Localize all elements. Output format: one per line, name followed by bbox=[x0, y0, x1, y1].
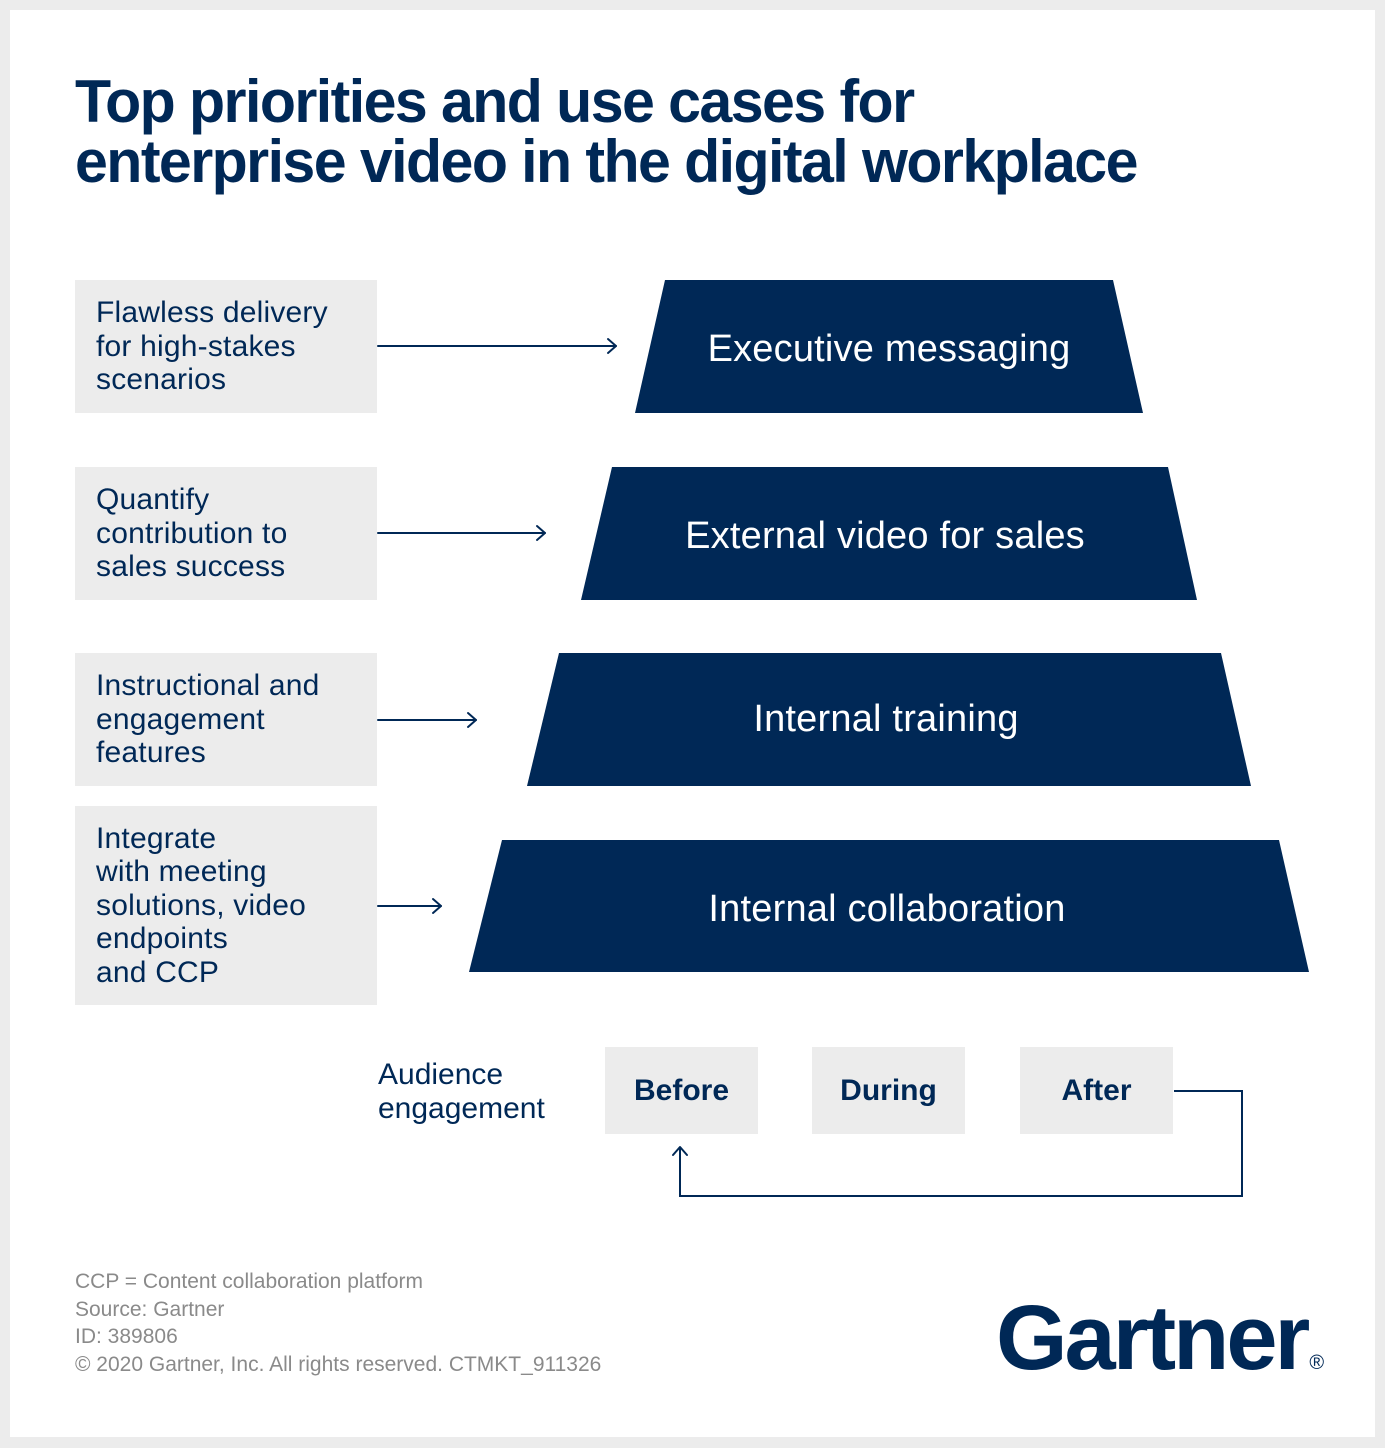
footnote-id: ID: 389806 bbox=[75, 1325, 178, 1348]
footnotes: CCP = Content collaboration platform Sou… bbox=[75, 1268, 601, 1378]
audience-label-line: engagement bbox=[378, 1092, 545, 1125]
use-case-label: External video for sales bbox=[685, 515, 1085, 557]
phase-during: During bbox=[812, 1047, 965, 1134]
use-case-label: Executive messaging bbox=[707, 328, 1071, 370]
use-case-label: Internal collaboration bbox=[708, 888, 1066, 930]
use-case-label: Internal training bbox=[753, 698, 1019, 740]
phase-after: After bbox=[1020, 1047, 1173, 1134]
audience-engagement-label: Audience engagement bbox=[378, 1058, 545, 1126]
arrow-right-icon bbox=[377, 525, 546, 541]
diagram-shapes bbox=[377, 280, 1309, 1197]
gartner-logo: Gartner ® bbox=[996, 1292, 1324, 1409]
footnote-copyright: © 2020 Gartner, Inc. All rights reserved… bbox=[75, 1352, 602, 1376]
registered-mark-icon: ® bbox=[1309, 1352, 1325, 1374]
arrow-right-icon bbox=[377, 712, 477, 728]
footnote-source: Source: Gartner bbox=[75, 1297, 225, 1321]
audience-label-line: Audience bbox=[378, 1058, 504, 1091]
arrow-right-icon bbox=[377, 338, 617, 354]
footnote-ccp: CCP = Content collaboration platform bbox=[75, 1270, 424, 1293]
logo-text: Gartner bbox=[996, 1287, 1310, 1389]
arrow-right-icon bbox=[377, 898, 442, 914]
phase-before: Before bbox=[605, 1047, 758, 1134]
